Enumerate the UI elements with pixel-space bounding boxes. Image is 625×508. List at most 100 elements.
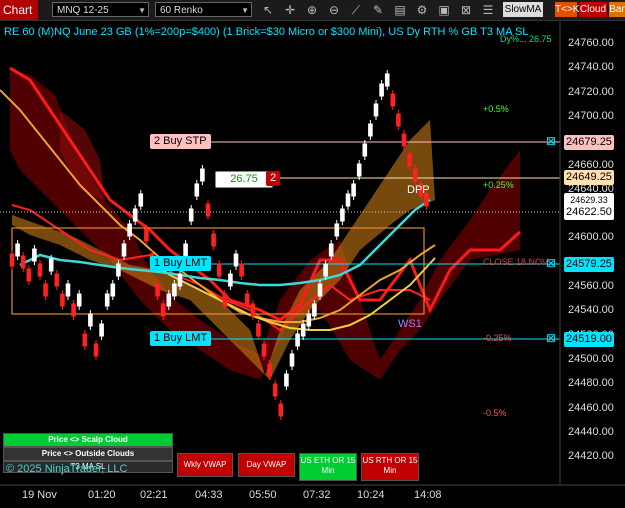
lock-icon[interactable]: ▣: [435, 1, 453, 19]
renko-brick: [317, 283, 323, 297]
renko-brick: [222, 293, 228, 307]
renko-brick: [284, 373, 289, 387]
properties-icon[interactable]: ▤: [391, 1, 409, 19]
buy-lmt-order-1[interactable]: 1 Buy LMT: [150, 256, 212, 271]
zoom-in-icon[interactable]: ⊕: [303, 1, 321, 19]
pointer-icon[interactable]: ↖: [259, 1, 277, 19]
instrument-value: MNQ 12-25: [57, 5, 109, 16]
renko-brick: [65, 283, 71, 297]
time-label: 07:32: [303, 489, 331, 501]
close-icon[interactable]: ⊠: [546, 331, 556, 345]
price-label-lmt2: 24519.00: [564, 332, 614, 347]
close-icon[interactable]: ⊠: [546, 256, 556, 270]
pct-neg-05: -0.5%: [483, 408, 507, 418]
renko-brick: [407, 153, 412, 167]
price-axis-label: 24700.00: [568, 109, 614, 122]
position-pnl: 26.75: [215, 171, 273, 188]
renko-brick: [340, 208, 345, 222]
renko-brick: [261, 343, 267, 357]
renko-brick: [295, 333, 300, 347]
day-vwap-button[interactable]: Day VWAP: [238, 453, 295, 477]
price-label-buy-stp: 24679.25: [564, 135, 614, 150]
close-icon[interactable]: ⊠: [457, 1, 475, 19]
close-icon[interactable]: ⊠: [546, 134, 556, 148]
renko-brick: [26, 268, 32, 282]
renko-brick: [368, 123, 373, 137]
period-selector[interactable]: 60 Renko ▼: [155, 2, 252, 17]
renko-brick: [93, 343, 99, 357]
window-title: Chart: [0, 0, 38, 20]
time-label: 19 Nov: [22, 489, 57, 501]
time-label: 01:20: [88, 489, 116, 501]
cloud-button[interactable]: Cloud: [579, 2, 607, 17]
renko-brick: [110, 283, 116, 297]
renko-brick: [390, 93, 396, 107]
pct-neg-025: -0.25%: [483, 333, 512, 343]
renko-brick: [15, 243, 20, 257]
renko-brick: [211, 233, 216, 247]
position-qty[interactable]: 2: [266, 171, 281, 186]
buy-lmt-order-2[interactable]: 1 Buy LMT: [150, 331, 212, 346]
tk-button[interactable]: T<>K: [555, 2, 579, 17]
time-label: 04:33: [195, 489, 223, 501]
renko-brick: [379, 83, 384, 97]
strategy-icon[interactable]: ⚙: [413, 1, 431, 19]
renko-brick: [138, 193, 144, 207]
instrument-selector[interactable]: MNQ 12-25 ▼: [52, 2, 149, 17]
us-rth-or-button[interactable]: US RTH OR 15 Min: [361, 453, 419, 481]
price-label-last: 24649.25: [564, 170, 614, 185]
renko-brick: [228, 273, 233, 287]
renko-brick: [166, 293, 172, 307]
renko-brick: [205, 203, 211, 217]
renko-brick: [104, 293, 110, 307]
renko-brick: [239, 263, 244, 277]
drawing-tools-icon[interactable]: ✎: [369, 1, 387, 19]
renko-brick: [127, 223, 132, 237]
price-axis-label: 24600.00: [568, 231, 614, 244]
chevron-down-icon: ▼: [241, 6, 249, 15]
weekly-vwap-button[interactable]: Wkly VWAP: [177, 453, 233, 477]
zoom-out-icon[interactable]: ⊖: [325, 1, 343, 19]
renko-brick: [43, 283, 48, 297]
price-axis-label: 24500.00: [568, 352, 614, 365]
time-label: 05:50: [249, 489, 277, 501]
renko-brick: [278, 403, 284, 417]
renko-brick: [9, 253, 15, 267]
price-axis-label: 24660.00: [568, 158, 614, 171]
us-eth-or-button[interactable]: US ETH OR 15 Min: [299, 453, 357, 481]
renko-brick: [71, 303, 76, 317]
time-label: 14:08: [414, 489, 442, 501]
renko-brick: [300, 323, 306, 337]
price-axis-label: 24460.00: [568, 401, 614, 414]
price-axis-label: 24760.00: [568, 37, 614, 49]
renko-brick: [345, 193, 351, 207]
buy-stp-order[interactable]: 2 Buy STP: [150, 134, 211, 149]
price-axis-label: 24420.00: [568, 450, 614, 463]
renko-brick: [188, 208, 194, 222]
renko-brick: [99, 323, 104, 337]
scalp-cloud-button[interactable]: Price <> Scalp Cloud: [3, 433, 173, 447]
price-axis-label: 24440.00: [568, 425, 614, 438]
dpp-label: DPP: [407, 184, 430, 196]
properties-icon[interactable]: ☰: [479, 1, 497, 19]
renko-brick: [88, 313, 93, 327]
bar-button[interactable]: Bar: [609, 2, 625, 17]
time-label: 10:24: [357, 489, 385, 501]
renko-brick: [306, 313, 312, 327]
renko-brick: [362, 143, 368, 157]
draw-icon[interactable]: ⟋: [347, 1, 365, 19]
renko-brick: [37, 263, 43, 277]
copyright-text: © 2025 NinjaTrader, LLC: [6, 463, 128, 475]
price-axis-label: 24740.00: [568, 61, 614, 74]
renko-brick: [356, 163, 362, 177]
crosshair-icon[interactable]: ✛: [281, 1, 299, 19]
renko-brick: [194, 183, 200, 197]
renko-brick: [160, 303, 166, 317]
renko-brick: [334, 223, 340, 237]
renko-brick: [328, 243, 334, 257]
slow-ma-button[interactable]: SlowMA: [503, 2, 543, 17]
outside-clouds-button[interactable]: Price <> Outside Clouds: [3, 447, 173, 461]
renko-brick: [32, 248, 37, 262]
renko-brick: [312, 303, 317, 317]
renko-brick: [54, 273, 60, 287]
